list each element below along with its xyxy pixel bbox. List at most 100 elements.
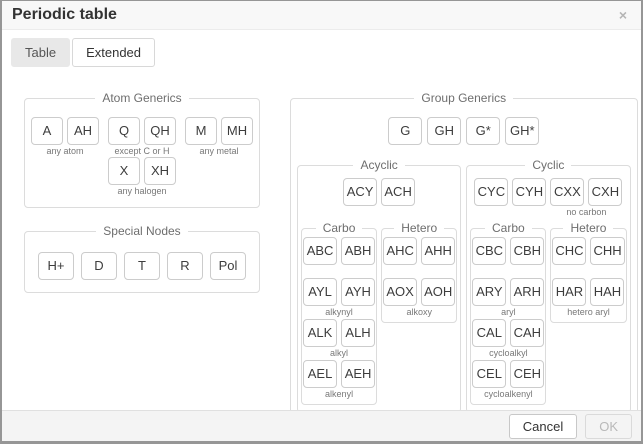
button-cal[interactable]: CAL (472, 319, 506, 347)
button-ahc[interactable]: AHC (383, 237, 417, 265)
button-x[interactable]: X (108, 157, 140, 185)
hetero-legend: Hetero (563, 221, 613, 235)
group-caption: hetero aryl (567, 307, 610, 318)
button-cbh[interactable]: CBH (510, 237, 544, 265)
button-abh[interactable]: ABH (341, 237, 375, 265)
button-a[interactable]: A (31, 117, 63, 145)
group-caption: no carbon (566, 207, 606, 218)
button-ahh[interactable]: AHH (421, 237, 455, 265)
button-h-plus[interactable]: H+ (38, 252, 74, 280)
group-caption: any halogen (117, 186, 166, 197)
button-g-star[interactable]: G* (466, 117, 500, 145)
group-caption: alkoxy (406, 307, 432, 318)
cyclic-section: Cyclic CYC CYH CXX (466, 158, 630, 413)
group-generics-top-row: G GH G* GH* (297, 117, 631, 145)
button-arh[interactable]: ARH (510, 278, 544, 306)
button-pol[interactable]: Pol (210, 252, 246, 280)
button-d[interactable]: D (81, 252, 117, 280)
atom-generics-section: Atom Generics A AH any atom Q QH (24, 91, 260, 208)
button-cel[interactable]: CEL (472, 360, 506, 388)
button-r[interactable]: R (167, 252, 203, 280)
hetero-legend: Hetero (394, 221, 444, 235)
button-cyc[interactable]: CYC (474, 178, 508, 206)
cycloalkyl-group: CAL CAH cycloalkyl (472, 319, 544, 359)
atom-generics-row-2: X XH any halogen (31, 157, 253, 197)
dialog-body: Atom Generics A AH any atom Q QH (2, 67, 641, 424)
button-har[interactable]: HAR (552, 278, 586, 306)
group-caption: cycloalkenyl (484, 389, 533, 400)
button-pair: AYL AYH (303, 278, 375, 306)
atom-generics-row-1: A AH any atom Q QH except C or H (31, 117, 253, 157)
acyclic-carbo-section: Carbo ABC ABH (301, 221, 377, 405)
button-cbc[interactable]: CBC (472, 237, 506, 265)
group-caption: cycloalkyl (489, 348, 528, 359)
button-ayl[interactable]: AYL (303, 278, 337, 306)
cyclic-legend: Cyclic (525, 158, 571, 172)
cyclic-carbo-stack: CBC CBH ARY ARH (472, 237, 544, 400)
button-cxx[interactable]: CXX (550, 178, 584, 206)
button-gh-star[interactable]: GH* (505, 117, 539, 145)
cyclic-hetero-stack: CHC CHH HAR HAH (552, 237, 624, 318)
button-pair: CBC CBH (472, 237, 544, 265)
acyclic-hetero-stack: AHC AHH AOX AOH (383, 237, 455, 318)
button-gh[interactable]: GH (427, 117, 461, 145)
button-pair: Q QH (108, 117, 176, 145)
special-nodes-section: Special Nodes H+ D T R Pol (24, 224, 260, 293)
group-caption: except C or H (114, 146, 169, 157)
button-xh[interactable]: XH (144, 157, 176, 185)
button-pair: ACY ACH (343, 178, 415, 206)
button-ael[interactable]: AEL (303, 360, 337, 388)
atom-generics-legend: Atom Generics (95, 91, 188, 105)
button-qh[interactable]: QH (144, 117, 176, 145)
button-ceh[interactable]: CEH (510, 360, 544, 388)
button-pair: ABC ABH (303, 237, 375, 265)
button-group: CHC CHH (552, 237, 624, 277)
group-generics-columns: Acyclic ACY ACH (297, 158, 631, 413)
button-alk[interactable]: ALK (303, 319, 337, 347)
button-chh[interactable]: CHH (590, 237, 624, 265)
button-alh[interactable]: ALH (341, 319, 375, 347)
button-aox[interactable]: AOX (383, 278, 417, 306)
cycloalkenyl-group: CEL CEH cycloalkenyl (472, 360, 544, 400)
cancel-button[interactable]: Cancel (509, 414, 577, 439)
alkyl-group: ALK ALH alkyl (303, 319, 375, 359)
button-cxh[interactable]: CXH (588, 178, 622, 206)
button-aeh[interactable]: AEH (341, 360, 375, 388)
cyclic-columns: Carbo CBC CBH (470, 221, 626, 405)
close-icon[interactable]: × (615, 6, 631, 24)
acyclic-carbo-stack: ABC ABH AYL AYH (303, 237, 375, 400)
ok-button[interactable]: OK (585, 414, 632, 439)
tab-table[interactable]: Table (11, 38, 70, 67)
button-ach[interactable]: ACH (381, 178, 415, 206)
button-g[interactable]: G (388, 117, 422, 145)
button-ary[interactable]: ARY (472, 278, 506, 306)
aryl-group: ARY ARH aryl (472, 278, 544, 318)
button-q[interactable]: Q (108, 117, 140, 145)
cyclic-hetero-section: Hetero CHC CHH (550, 221, 626, 323)
button-t[interactable]: T (124, 252, 160, 280)
button-group: CBC CBH (472, 237, 544, 277)
button-ah[interactable]: AH (67, 117, 99, 145)
button-acy[interactable]: ACY (343, 178, 377, 206)
cyclic-top-row: CYC CYH CXX CXH no carbon (470, 178, 626, 218)
group-caption: any metal (199, 146, 238, 157)
button-cah[interactable]: CAH (510, 319, 544, 347)
button-abc[interactable]: ABC (303, 237, 337, 265)
dialog-title: Periodic table (12, 6, 117, 24)
button-cyh[interactable]: CYH (512, 178, 546, 206)
tab-bar: Table Extended (2, 30, 641, 67)
button-chc[interactable]: CHC (552, 237, 586, 265)
any-metal-group: M MH any metal (185, 117, 253, 157)
alkenyl-group: AEL AEH alkenyl (303, 360, 375, 400)
button-hah[interactable]: HAH (590, 278, 624, 306)
acyclic-hetero-section: Hetero AHC AHH (381, 221, 457, 323)
tab-extended[interactable]: Extended (72, 38, 155, 67)
button-aoh[interactable]: AOH (421, 278, 455, 306)
group-generics-legend: Group Generics (414, 91, 513, 105)
button-mh[interactable]: MH (221, 117, 253, 145)
button-m[interactable]: M (185, 117, 217, 145)
group-caption: any atom (46, 146, 83, 157)
button-ayh[interactable]: AYH (341, 278, 375, 306)
button-group: ABC ABH (303, 237, 375, 277)
acyclic-top-row: ACY ACH (301, 178, 457, 218)
